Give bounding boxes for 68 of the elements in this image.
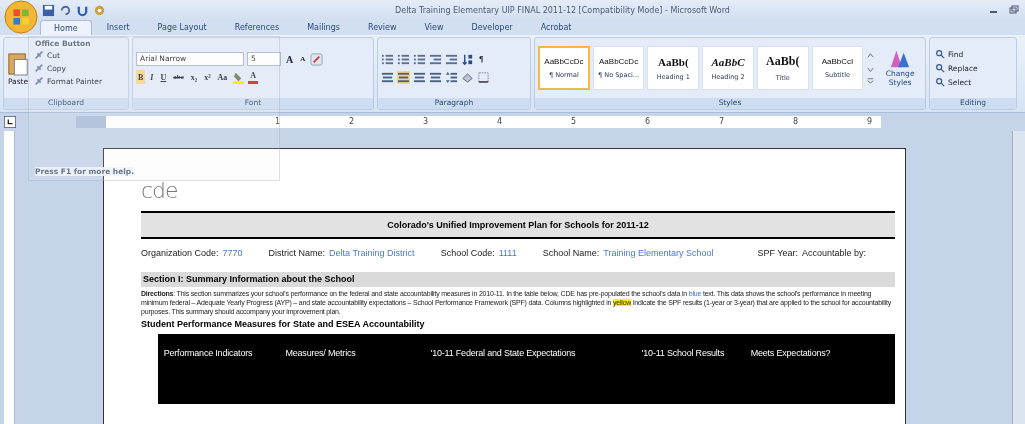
search-icon [935,63,945,73]
format-button[interactable]: x² [202,70,213,84]
styles-icon [889,49,912,69]
line-spacing-icon[interactable] [445,70,458,84]
plan-title: Colorado's Unified Improvement Plan for Schools for 2011-12 [141,211,895,239]
ribbon-tab[interactable]: View [411,20,457,35]
align-icon[interactable] [429,70,442,84]
highlighter-icon[interactable] [232,70,246,84]
format-button[interactable]: B [136,70,146,84]
align-icon[interactable] [413,70,426,84]
ribbon-tab[interactable]: References [221,20,293,35]
field-value: 1111 [498,247,517,258]
ribbon-tab[interactable]: Review [354,20,410,35]
shading-icon[interactable] [461,70,474,84]
sort-icon[interactable] [461,53,474,66]
field-label: Organization Code: [141,247,219,258]
list-icon[interactable] [397,53,410,66]
undo-icon[interactable] [59,3,72,17]
field-value: Training Elementary School [603,247,714,258]
ribbon-tab[interactable]: Home [40,20,92,35]
restore-icon[interactable] [1009,5,1019,15]
align-icon[interactable] [397,70,410,84]
field-label: School Name: [542,247,600,258]
horizontal-ruler[interactable]: 1 2 3 4 5 6 7 8 9 [76,116,881,128]
customize-icon[interactable] [93,3,106,17]
field-label: School Code: [440,247,495,258]
format-button[interactable]: Aa [215,70,230,84]
align-icon[interactable] [381,70,394,84]
search-icon [935,77,945,87]
list-icon[interactable] [413,53,426,66]
search-icon [935,49,945,59]
ribbon-tab[interactable]: Acrobat [527,20,585,35]
scrollbar[interactable] [1012,131,1025,424]
format-button[interactable]: I [148,70,156,84]
format-button[interactable]: x₂ [188,70,200,84]
ribbon-tab[interactable]: Developer [458,20,526,35]
ribbon-tab[interactable]: Insert [93,20,143,35]
field-value: Delta Training District [329,247,415,258]
column-header: Performance Indicators [162,348,254,358]
subheading: Student Performance Measures for State and ESEA Accountability [141,319,426,329]
field-label: District Name: [268,247,326,258]
column-header: Measures/ Metrics [284,348,357,358]
grow-font-button[interactable]: A [284,52,296,66]
indent-icon[interactable] [429,53,442,66]
column-header: '10-11 Federal and State Expectations [429,348,577,358]
logo: cde [141,181,179,201]
window-title: Delta Training Elementary UIP FINAL 2011-12 [Compatibility Mode] - Microsoft Word [394,5,731,15]
tool-icon [34,76,44,86]
field-label: SPF Year: [757,247,798,258]
borders-icon[interactable] [477,70,490,84]
tool-icon [34,63,44,73]
list-icon[interactable] [381,53,394,66]
column-header: Meets Expectations? [749,348,832,358]
field-value: 7770 [222,247,243,258]
tab-selector-icon[interactable] [4,116,16,128]
ribbon-tab[interactable]: Mailings [294,20,353,35]
clear-formatting-icon[interactable] [310,52,324,66]
tool-icon [34,50,44,60]
save-icon[interactable] [42,3,55,17]
show-formatting-button[interactable]: ¶ [477,52,486,67]
font-color-button[interactable]: A [248,70,259,84]
format-button[interactable]: U [158,70,169,84]
field-label: Accountable by: [802,247,867,258]
ribbon-tab[interactable]: Page Layout [144,20,220,35]
indent-icon[interactable] [445,53,458,66]
section-heading: Section I: Summary Information about the School [141,272,895,287]
column-header: '10-11 School Results [640,348,726,358]
clipboard-icon [7,50,29,77]
